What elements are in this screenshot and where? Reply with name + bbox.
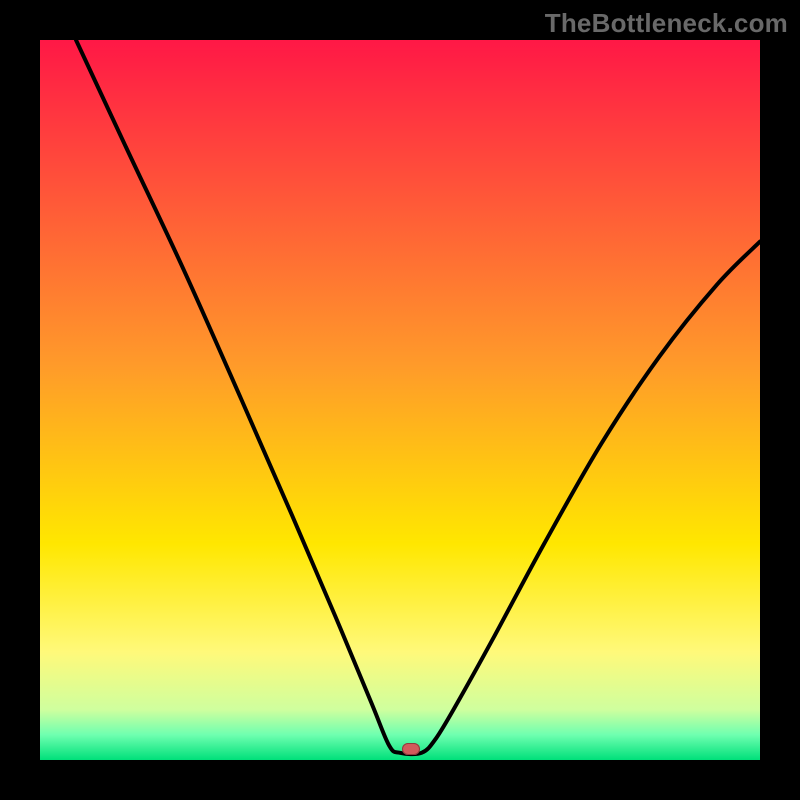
watermark-text: TheBottleneck.com (545, 8, 788, 39)
chart-svg (40, 40, 760, 760)
plot-area (40, 40, 760, 760)
gradient-background (40, 40, 760, 760)
min-marker-icon (402, 743, 420, 755)
chart-frame: { "watermark": "TheBottleneck.com", "col… (0, 0, 800, 800)
